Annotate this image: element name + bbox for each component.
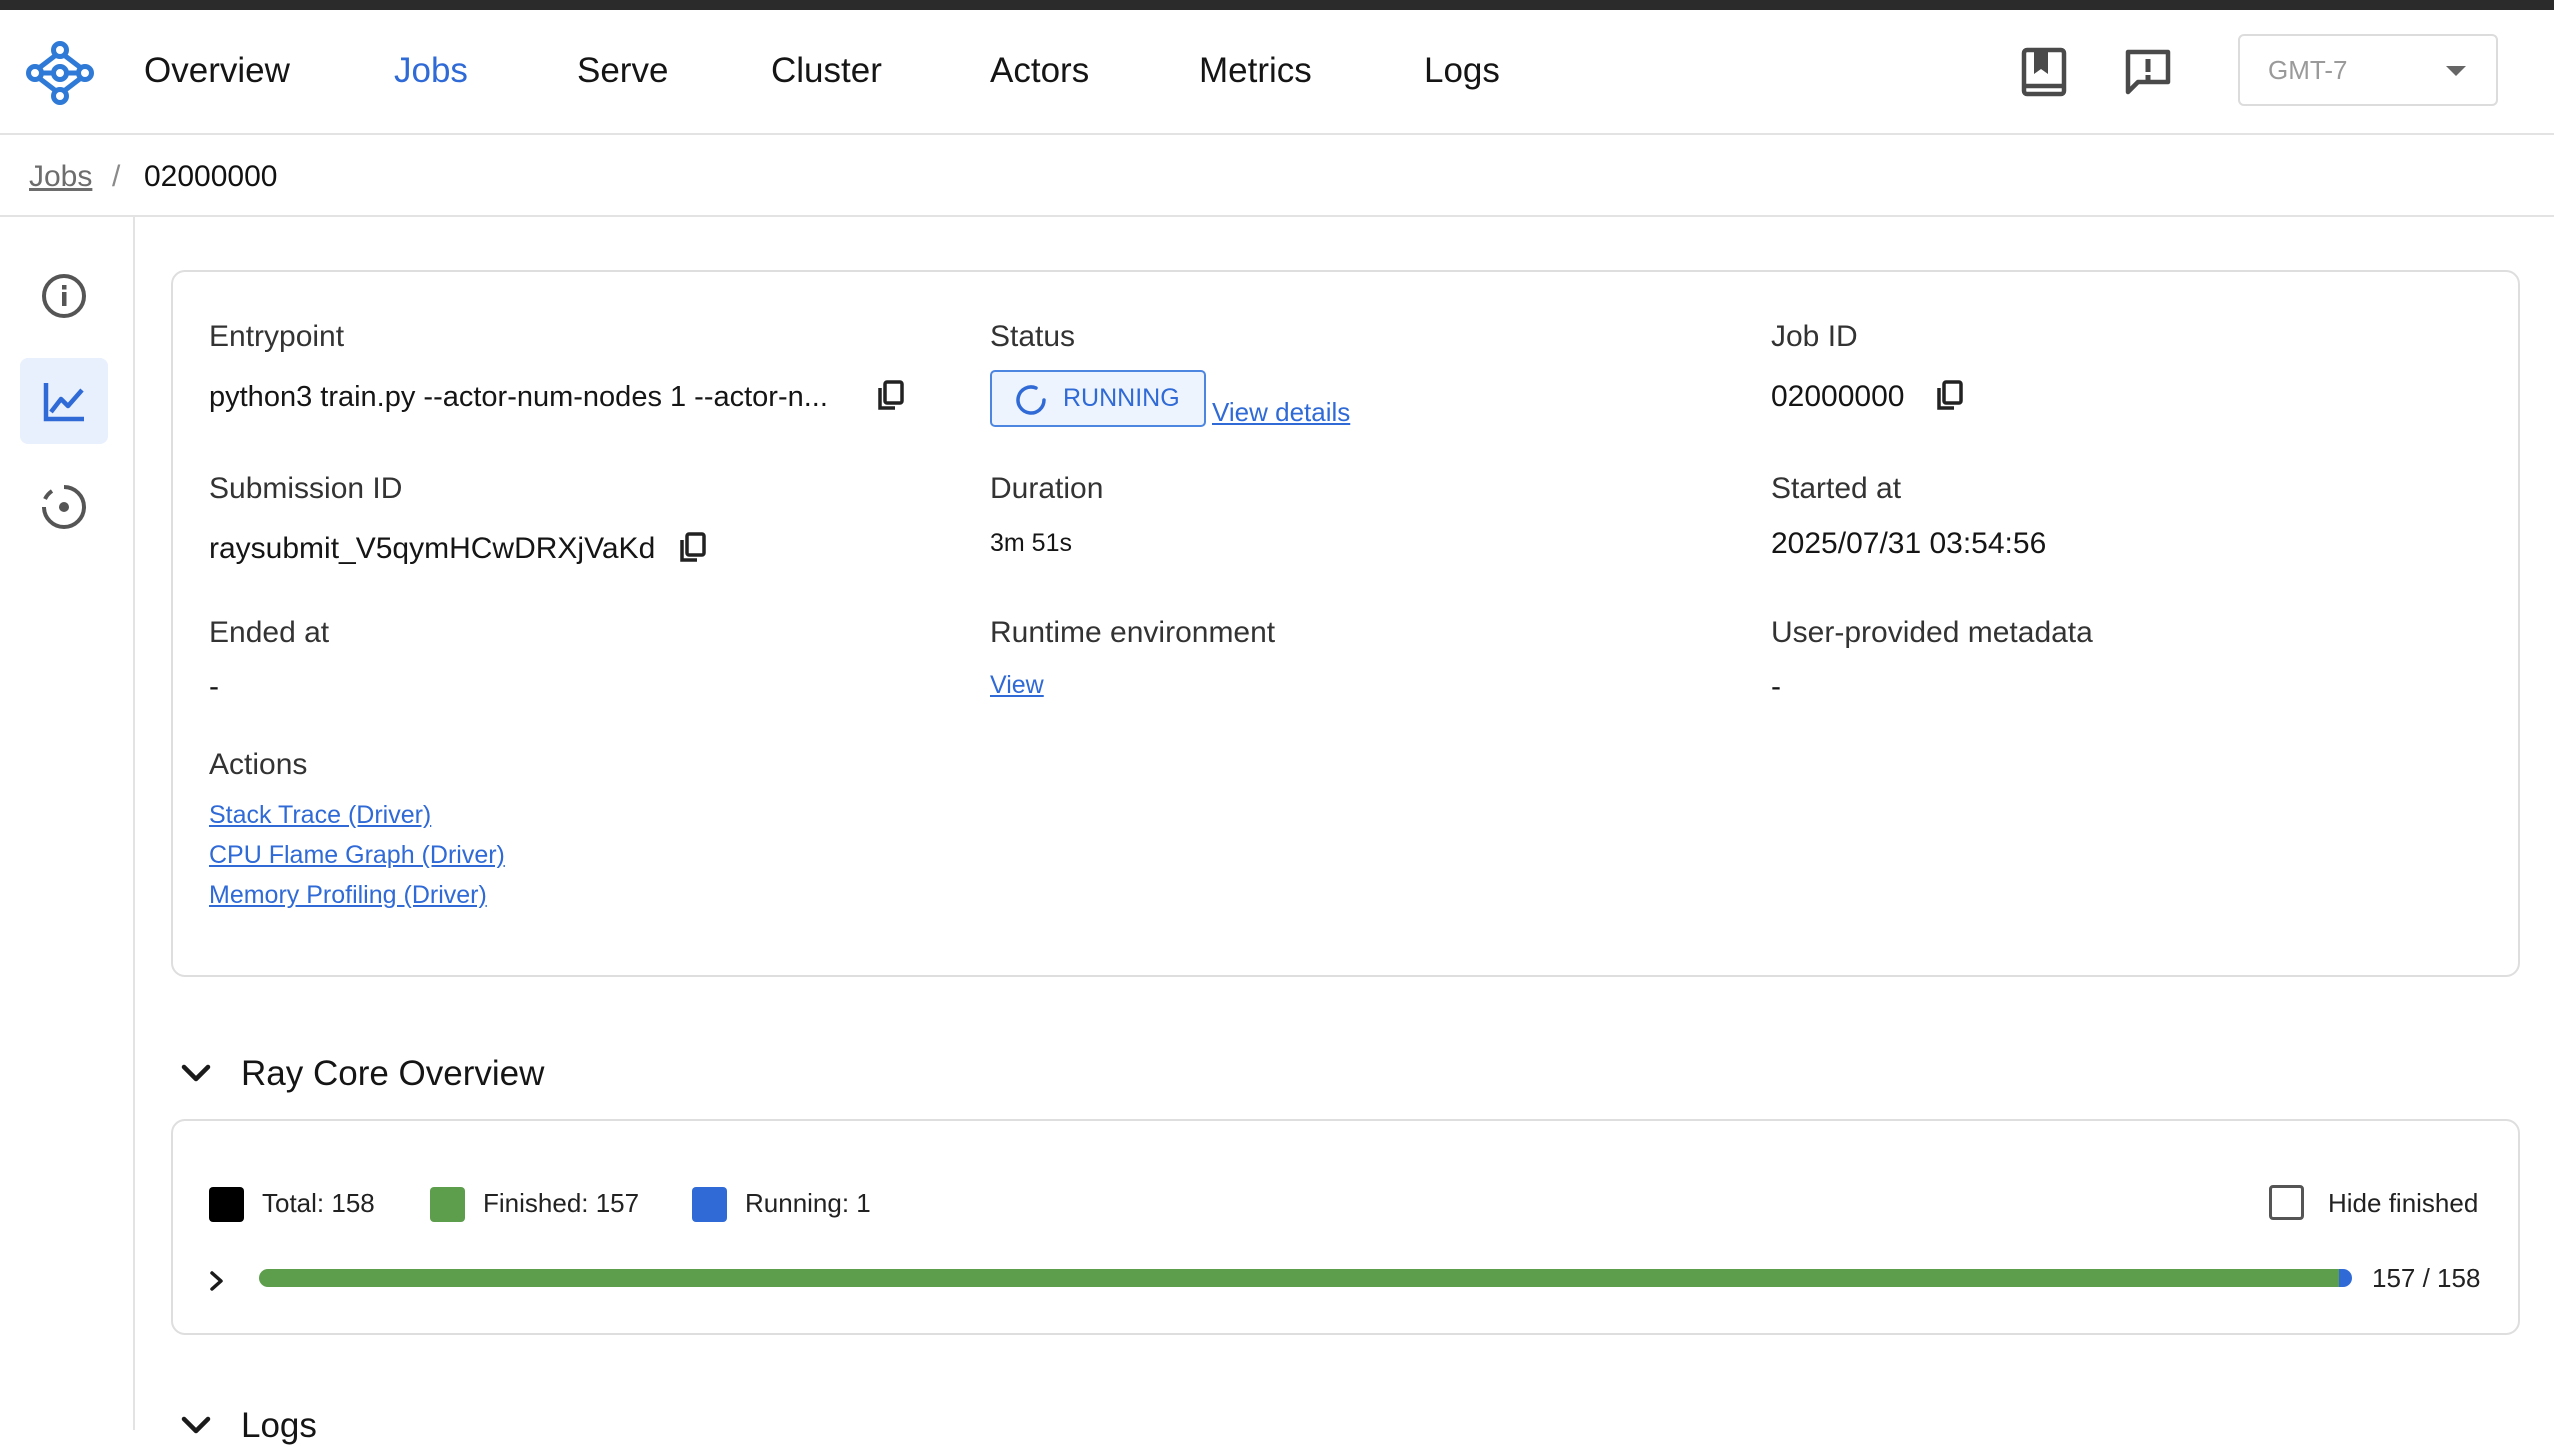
nav-logs[interactable]: Logs [1424, 48, 1500, 94]
docs-book-icon[interactable] [2016, 44, 2072, 100]
ray-core-icon [42, 485, 86, 529]
duration-value: 3m 51s [990, 529, 1072, 557]
loading-spinner-icon [1016, 385, 1046, 415]
side-nav [0, 217, 135, 1430]
info-icon [42, 274, 86, 318]
runtime-env-label: Runtime environment [990, 616, 1276, 649]
task-progress-bar [259, 1269, 2352, 1287]
metadata-value: - [1771, 670, 1781, 703]
hide-finished-checkbox[interactable] [2269, 1185, 2304, 1220]
breadcrumb-separator: / [112, 160, 121, 193]
status-badge[interactable]: RUNNING [990, 370, 1206, 427]
memory-profiling-link[interactable]: Memory Profiling (Driver) [209, 878, 487, 912]
job-id-label: Job ID [1771, 320, 1858, 353]
side-nav-info[interactable] [20, 253, 108, 339]
top-navbar: Overview Jobs Serve Cluster Actors Metri… [0, 10, 2554, 135]
chevron-down-icon [181, 1064, 211, 1082]
ended-at-value: - [209, 670, 219, 703]
metadata-label: User-provided metadata [1771, 616, 2093, 649]
logs-title: Logs [241, 1406, 317, 1445]
copy-submission-id-icon[interactable] [677, 530, 709, 564]
legend-finished: Finished: 157 [483, 1188, 640, 1218]
progress-running-segment [2338, 1269, 2352, 1287]
window-top-strip [0, 0, 2554, 10]
job-details-card: Entrypoint python3 train.py --actor-num-… [171, 270, 2520, 977]
legend-total-swatch [209, 1187, 244, 1222]
progress-count: 157 / 158 [2372, 1263, 2481, 1293]
legend-running-swatch [692, 1187, 727, 1222]
started-at-label: Started at [1771, 472, 1902, 505]
submission-id-label: Submission ID [209, 472, 403, 505]
status-label: Status [990, 320, 1076, 353]
status-text: RUNNING [1063, 384, 1180, 412]
side-nav-ray-core[interactable] [20, 464, 108, 550]
chevron-down-icon [2446, 66, 2466, 76]
legend-total: Total: 158 [262, 1188, 375, 1218]
runtime-env-view-link[interactable]: View [990, 668, 1044, 702]
ray-core-card: Total: 158 Finished: 157 Running: 1 Hide… [171, 1119, 2520, 1335]
nav-jobs[interactable]: Jobs [394, 48, 468, 94]
nav-overview[interactable]: Overview [144, 48, 290, 94]
progress-finished-segment [259, 1269, 2339, 1287]
chart-line-icon [43, 383, 84, 422]
chevron-right-icon[interactable] [205, 1267, 229, 1295]
nav-metrics[interactable]: Metrics [1199, 48, 1312, 94]
actions-label: Actions [209, 748, 308, 781]
timezone-select[interactable]: GMT-7 [2238, 34, 2498, 106]
copy-entrypoint-icon[interactable] [875, 378, 907, 412]
ray-core-title: Ray Core Overview [241, 1054, 545, 1093]
cpu-flame-graph-link[interactable]: CPU Flame Graph (Driver) [209, 838, 505, 872]
ended-at-label: Ended at [209, 616, 330, 649]
nav-serve[interactable]: Serve [577, 48, 668, 94]
breadcrumb-jobs-link[interactable]: Jobs [29, 157, 92, 197]
view-details-link[interactable]: View details [1212, 395, 1350, 429]
job-id-value: 02000000 [1771, 380, 1905, 413]
timezone-value: GMT-7 [2268, 55, 2348, 85]
hide-finished-label: Hide finished [2328, 1188, 2479, 1218]
entrypoint-value: python3 train.py --actor-num-nodes 1 --a… [209, 381, 828, 413]
breadcrumb: Jobs / 02000000 [0, 135, 2554, 217]
started-at-value: 2025/07/31 03:54:56 [1771, 527, 2047, 560]
chevron-down-icon [181, 1416, 211, 1434]
breadcrumb-current: 02000000 [144, 160, 278, 193]
ray-logo-icon[interactable] [26, 40, 94, 106]
nav-cluster[interactable]: Cluster [771, 48, 882, 94]
legend-finished-swatch [430, 1187, 465, 1222]
feedback-icon[interactable] [2120, 44, 2176, 100]
copy-job-id-icon[interactable] [1934, 378, 1966, 412]
nav-actors[interactable]: Actors [990, 48, 1089, 94]
side-nav-metrics[interactable] [20, 358, 108, 444]
stack-trace-link[interactable]: Stack Trace (Driver) [209, 798, 431, 832]
entrypoint-label: Entrypoint [209, 320, 345, 353]
legend-running: Running: 1 [745, 1188, 871, 1218]
duration-label: Duration [990, 472, 1104, 505]
submission-id-value: raysubmit_V5qymHCwDRXjVaKd [209, 532, 656, 565]
